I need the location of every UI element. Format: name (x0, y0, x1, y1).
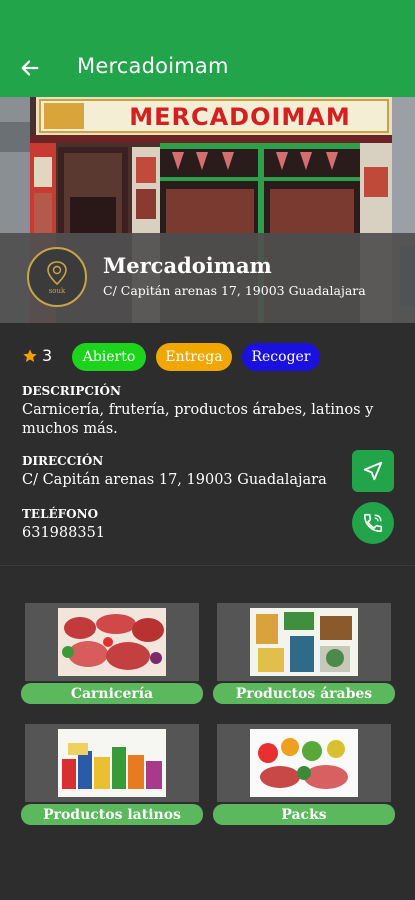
category-image-meat (25, 603, 199, 681)
app-bar (0, 0, 415, 97)
category-card-carniceria[interactable]: Carnicería (21, 603, 203, 705)
description-line-2: muchos más. (22, 421, 118, 437)
store-name: Mercadoimam (103, 253, 272, 278)
category-card-productos-latinos[interactable]: Productos latinos (21, 724, 203, 826)
call-button[interactable] (352, 502, 394, 544)
category-card-productos-arabes[interactable]: Productos árabes (213, 603, 395, 705)
category-label: Productos árabes (213, 683, 395, 704)
storefront-sign-text: MERCADOIMAM (129, 103, 351, 131)
category-image-latin-products (25, 724, 199, 802)
phone-icon (363, 513, 383, 533)
arrow-left-icon (21, 60, 39, 76)
logo-text: souk (48, 286, 66, 295)
pickup-chip[interactable]: Recoger (242, 343, 320, 371)
open-status-chip[interactable]: Abierto (72, 343, 146, 371)
category-card-packs[interactable]: Packs (213, 724, 395, 826)
star-icon (23, 348, 37, 362)
rating: 3 (22, 346, 52, 365)
category-image-arab-products (217, 603, 391, 681)
section-divider (0, 565, 415, 566)
address-label: DIRECCIÓN (22, 454, 104, 468)
page-title: Mercadoimam (77, 54, 229, 78)
category-label: Packs (213, 804, 395, 825)
category-label: Productos latinos (21, 804, 203, 825)
store-address: C/ Capitán arenas 17, 19003 Guadalajara (103, 283, 366, 298)
location-pin-logo-icon (47, 260, 67, 285)
rating-value: 3 (42, 346, 53, 365)
delivery-chip[interactable]: Entrega (156, 343, 232, 371)
address-value: C/ Capitán arenas 17, 19003 Guadalajara (22, 472, 327, 488)
category-label: Carnicería (21, 683, 203, 704)
description-line-1: Carnicería, frutería, productos árabes, … (22, 402, 374, 418)
navigate-button[interactable] (352, 450, 394, 492)
phone-label: TELÉFONO (22, 507, 99, 521)
category-image-packs (217, 724, 391, 802)
navigation-arrow-icon (363, 461, 383, 481)
back-button[interactable] (14, 52, 46, 84)
store-logo: souk (27, 247, 87, 307)
description-label: DESCRIPCIÓN (22, 384, 121, 398)
phone-value: 631988351 (22, 525, 106, 541)
